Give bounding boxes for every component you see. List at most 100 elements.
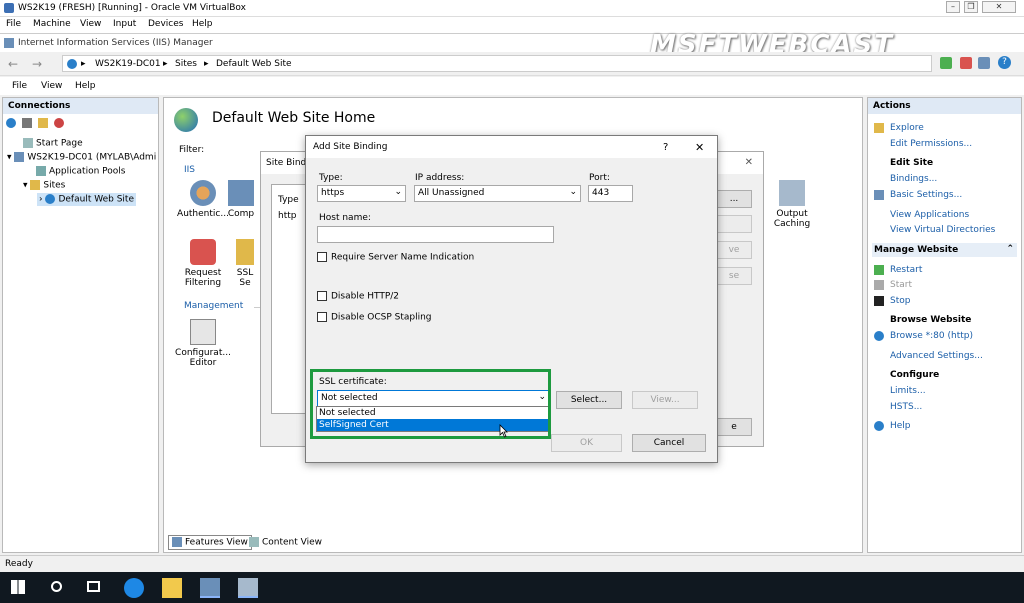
tree-sites[interactable]: ▾ Sites <box>23 180 65 191</box>
sni-checkbox[interactable]: Require Server Name Indication <box>317 252 474 263</box>
iis-menu-help[interactable]: Help <box>75 81 96 91</box>
feature-compression[interactable]: Comp <box>221 180 261 219</box>
minimize-icon[interactable]: – <box>946 1 960 13</box>
folder-up-icon[interactable] <box>37 118 48 128</box>
vbox-menu-view[interactable]: View <box>80 19 101 29</box>
maximize-icon[interactable]: ❐ <box>964 1 978 13</box>
vbox-menu-machine[interactable]: Machine <box>33 19 71 29</box>
home-icon[interactable] <box>978 57 990 69</box>
action-explore[interactable]: Explore <box>890 123 924 133</box>
action-stop[interactable]: Stop <box>890 296 910 306</box>
tab-content-view[interactable]: Content View <box>246 536 325 549</box>
save-icon[interactable] <box>21 118 32 128</box>
dialog-close-icon[interactable]: ✕ <box>695 141 704 154</box>
task-view-icon[interactable] <box>87 581 100 592</box>
bindings-row-type[interactable]: http <box>278 211 296 221</box>
vbox-titlebar: WS2K19 (FRESH) [Running] - Oracle VM Vir… <box>0 0 1024 17</box>
host-name-input[interactable] <box>317 226 554 243</box>
vbox-menu-devices[interactable]: Devices <box>148 19 183 29</box>
feature-ssl-settings[interactable]: SSL Se <box>230 239 260 288</box>
tree-app-pools[interactable]: Application Pools <box>36 166 125 177</box>
connect-icon[interactable] <box>6 118 16 128</box>
breadcrumb-server[interactable]: WS2K19-DC01 <box>95 59 161 69</box>
site-bindings-close-icon[interactable]: ✕ <box>745 157 753 168</box>
action-hsts[interactable]: HSTS... <box>890 402 922 412</box>
tree-start-page[interactable]: Start Page <box>23 138 83 149</box>
action-browse-80[interactable]: Browse *:80 (http) <box>890 331 973 341</box>
action-edit-permissions[interactable]: Edit Permissions... <box>890 139 972 149</box>
host-name-label: Host name: <box>319 213 371 223</box>
feature-configuration-editor[interactable]: Configurat... Editor <box>172 319 234 368</box>
vbox-menu-file[interactable]: File <box>6 19 21 29</box>
iis-app-icon <box>4 38 14 48</box>
breadcrumb-site[interactable]: Default Web Site <box>216 59 292 69</box>
vbox-window-title: WS2K19 (FRESH) [Running] - Oracle VM Vir… <box>18 3 246 13</box>
action-basic-settings[interactable]: Basic Settings... <box>890 190 962 200</box>
manage-website-header[interactable]: Manage Website ⌃ <box>872 243 1017 257</box>
feature-output-caching[interactable]: Output Caching <box>761 180 823 229</box>
tree-server[interactable]: ▾ WS2K19-DC01 (MYLAB\Admi <box>7 152 156 163</box>
action-help[interactable]: Help <box>890 421 911 431</box>
forward-icon[interactable]: → <box>32 57 42 71</box>
action-advanced-settings[interactable]: Advanced Settings... <box>890 351 983 361</box>
compression-icon <box>228 180 254 206</box>
mouse-cursor-icon <box>499 424 508 438</box>
action-bindings[interactable]: Bindings... <box>890 174 937 184</box>
vbox-menu-help[interactable]: Help <box>192 19 213 29</box>
lock-icon <box>236 239 254 265</box>
taskbar <box>0 572 1024 603</box>
tree-default-web-site[interactable]: › Default Web Site <box>37 193 136 206</box>
group-iis: IIS <box>184 165 196 175</box>
edge-browser-icon[interactable] <box>124 578 144 598</box>
action-view-applications[interactable]: View Applications <box>890 210 969 220</box>
status-bar: Ready <box>0 555 1024 572</box>
refresh-icon[interactable] <box>940 57 952 69</box>
file-explorer-icon[interactable] <box>162 578 182 598</box>
type-select[interactable]: https ⌄ <box>317 185 406 202</box>
ip-address-select[interactable]: All Unassigned ⌄ <box>414 185 581 202</box>
action-restart[interactable]: Restart <box>890 265 922 275</box>
bindings-close-button[interactable]: e <box>716 418 752 436</box>
back-icon[interactable]: ← <box>8 57 18 71</box>
server-manager-icon[interactable] <box>200 578 220 598</box>
tab-features-view[interactable]: Features View <box>168 535 252 550</box>
select-button[interactable]: Select... <box>556 391 622 409</box>
action-view-virtual-directories[interactable]: View Virtual Directories <box>890 225 995 235</box>
filter-label: Filter: <box>179 145 205 155</box>
ip-address-label: IP address: <box>415 173 465 183</box>
bindings-col-type: Type <box>278 195 299 205</box>
help-icon <box>874 421 884 431</box>
collapse-icon[interactable]: ⌃ <box>1006 244 1014 254</box>
breadcrumb[interactable]: ▸ WS2K19-DC01 ▸ Sites ▸ Default Web Site <box>62 55 932 72</box>
server-icon <box>14 152 25 162</box>
cancel-button[interactable]: Cancel <box>632 434 706 452</box>
iis-manager-icon[interactable] <box>238 578 258 598</box>
breadcrumb-sites[interactable]: Sites <box>175 59 197 69</box>
connections-toolbar <box>6 118 156 132</box>
action-limits[interactable]: Limits... <box>890 386 926 396</box>
port-input[interactable]: 443 <box>588 185 633 202</box>
bindings-add-button[interactable]: ... <box>716 190 752 208</box>
bindings-edit-button <box>716 215 752 233</box>
globe-icon <box>67 59 77 69</box>
windows-start-icon[interactable] <box>11 580 25 594</box>
close-icon[interactable]: ✕ <box>982 1 1016 13</box>
vbox-app-icon <box>4 3 14 13</box>
connections-panel: Connections Start Page ▾ WS2K19-DC01 (MY… <box>2 97 159 553</box>
browse-website-header: Browse Website <box>890 315 972 325</box>
iis-menu-view[interactable]: View <box>41 81 62 91</box>
site-globe-icon <box>174 108 198 132</box>
search-icon[interactable] <box>51 581 62 592</box>
connections-header: Connections <box>3 98 158 114</box>
iis-menu-file[interactable]: File <box>12 81 27 91</box>
dialog-help-icon[interactable]: ? <box>663 142 668 153</box>
help-circle-icon[interactable]: ? <box>998 56 1011 69</box>
config-editor-icon <box>190 319 216 345</box>
disable-http2-checkbox[interactable]: Disable HTTP/2 <box>317 291 399 302</box>
stop-icon[interactable] <box>960 57 972 69</box>
feature-request-filtering[interactable]: Request Filtering <box>172 239 234 288</box>
ok-button: OK <box>551 434 622 452</box>
disable-ocsp-checkbox[interactable]: Disable OCSP Stapling <box>317 312 432 323</box>
vbox-menu-input[interactable]: Input <box>113 19 136 29</box>
disconnect-icon[interactable] <box>53 118 64 128</box>
